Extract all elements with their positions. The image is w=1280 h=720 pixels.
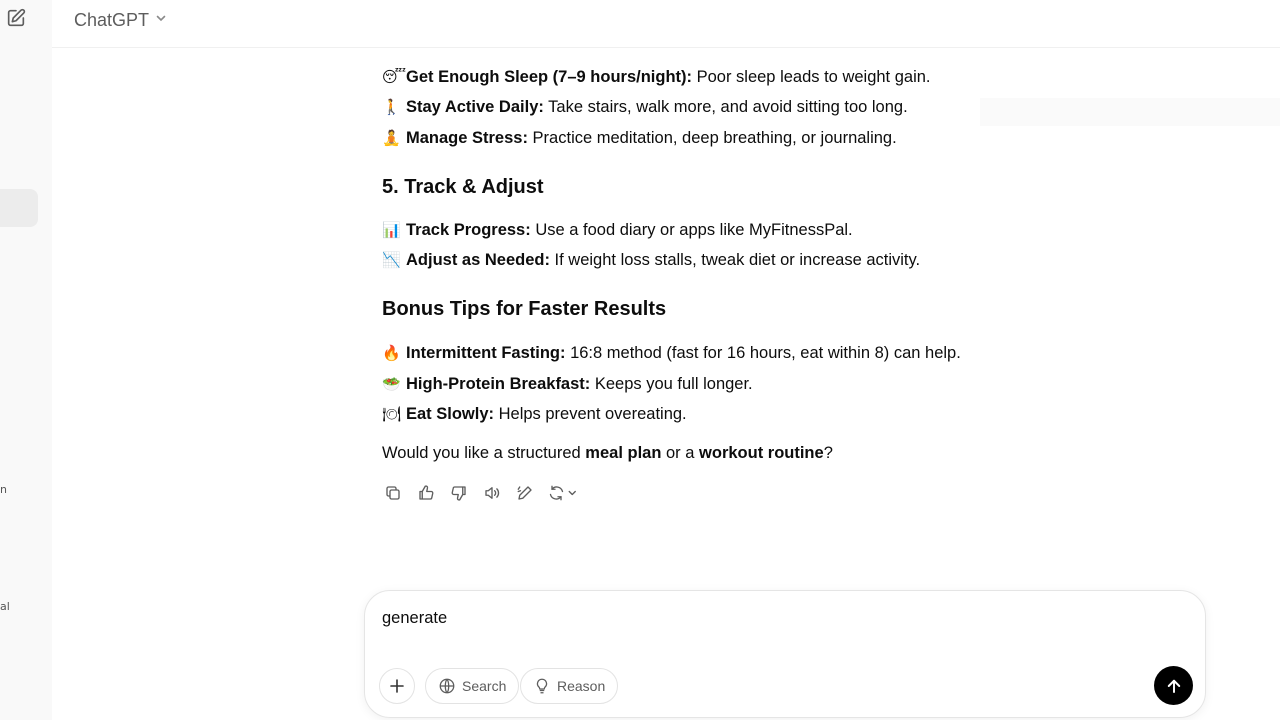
list-item-bold: Eat Slowly:	[406, 405, 495, 423]
list-item: 🚶 Stay Active Daily: Take stairs, walk mo…	[382, 96, 908, 118]
reason-button[interactable]: Reason	[520, 668, 619, 704]
walking-person-icon: 🚶	[382, 98, 401, 116]
list-item: 📉 Adjust as Needed: If weight loss stalls…	[382, 249, 920, 271]
thumbs-down-icon[interactable]	[448, 482, 470, 504]
list-item: 🔥 Intermittent Fasting: 16:8 method (fast…	[382, 342, 961, 364]
list-item-text: If weight loss stalls, tweak diet or inc…	[549, 251, 921, 269]
meditation-icon: 🧘	[382, 129, 401, 147]
regenerate-icon[interactable]	[547, 482, 581, 504]
read-aloud-icon[interactable]	[481, 482, 503, 504]
closing-question: Would you like a structured meal plan or…	[382, 442, 833, 464]
thumbs-up-icon[interactable]	[415, 482, 437, 504]
copy-icon[interactable]	[382, 482, 404, 504]
list-item-bold: Intermittent Fasting:	[406, 344, 566, 362]
section-heading: 5. Track & Adjust	[382, 176, 544, 198]
sidebar-rail: n al	[0, 0, 52, 720]
list-item: 🧘 Manage Stress: Practice meditation, dee…	[382, 127, 897, 149]
list-item-text: Take stairs, walk more, and avoid sittin…	[543, 98, 908, 116]
list-item-text: Helps prevent overeating.	[494, 405, 687, 423]
reason-button-label: Reason	[557, 678, 606, 694]
salad-icon: 🥗	[382, 375, 401, 393]
sidebar-selected-chat[interactable]	[0, 189, 38, 227]
section-heading: Bonus Tips for Faster Results	[382, 298, 667, 320]
list-item: 🍽 Eat Slowly: Helps prevent overeating.	[382, 403, 687, 425]
closing-text: Would you like a structured	[382, 444, 586, 462]
bar-chart-icon: 📊	[382, 221, 401, 239]
search-button[interactable]: Search	[425, 668, 520, 704]
sidebar-clipped-text: al	[0, 600, 10, 613]
sidebar-clipped-text: n	[0, 483, 7, 496]
sleeping-face-icon: 😴	[382, 68, 407, 86]
closing-bold: workout routine	[699, 444, 824, 462]
list-item-bold: Track Progress:	[406, 221, 531, 239]
plus-icon	[390, 679, 404, 693]
message-composer: generate Search Reason	[364, 590, 1206, 718]
list-item-text: Use a food diary or apps like MyFitnessP…	[530, 221, 853, 239]
model-name: ChatGPT	[74, 9, 150, 30]
attach-button[interactable]	[379, 668, 415, 704]
list-item: 📊 Track Progress: Use a food diary or app…	[382, 219, 853, 241]
list-item-bold: Stay Active Daily:	[406, 98, 544, 116]
list-item-bold: Adjust as Needed:	[406, 251, 550, 269]
list-item-text: Keeps you full longer.	[590, 375, 753, 393]
list-item-text: Poor sleep leads to weight gain.	[692, 68, 931, 86]
hover-highlight	[980, 98, 1280, 126]
lightbulb-icon	[536, 678, 548, 694]
edit-canvas-icon[interactable]	[514, 482, 536, 504]
chart-decreasing-icon: 📉	[382, 251, 401, 269]
fire-icon: 🔥	[382, 344, 401, 362]
closing-text: or a	[661, 444, 700, 462]
globe-icon	[439, 678, 455, 694]
closing-text: ?	[823, 444, 833, 462]
closing-bold: meal plan	[585, 444, 662, 462]
send-button[interactable]	[1154, 666, 1193, 705]
search-button-label: Search	[462, 678, 507, 694]
list-item-bold: Manage Stress:	[406, 129, 528, 147]
list-item-bold: High-Protein Breakfast:	[406, 375, 591, 393]
top-header: ChatGPT	[52, 0, 1280, 48]
model-selector[interactable]: ChatGPT	[74, 7, 167, 33]
list-item: 🥗 High-Protein Breakfast: Keeps you full …	[382, 373, 753, 395]
list-item-text: 16:8 method (fast for 16 hours, eat with…	[565, 344, 961, 362]
new-chat-icon[interactable]	[4, 6, 28, 30]
list-item-bold: Get Enough Sleep (7–9 hours/night):	[406, 68, 693, 86]
message-actions	[382, 482, 581, 504]
arrow-up-icon	[1167, 679, 1180, 693]
chevron-down-icon	[155, 11, 167, 29]
list-item: 😴Get Enough Sleep (7–9 hours/night): Poo…	[382, 66, 931, 88]
message-input[interactable]: generate	[382, 609, 447, 628]
list-item-text: Practice meditation, deep breathing, or …	[527, 129, 897, 147]
plate-icon: 🍽	[382, 405, 402, 423]
